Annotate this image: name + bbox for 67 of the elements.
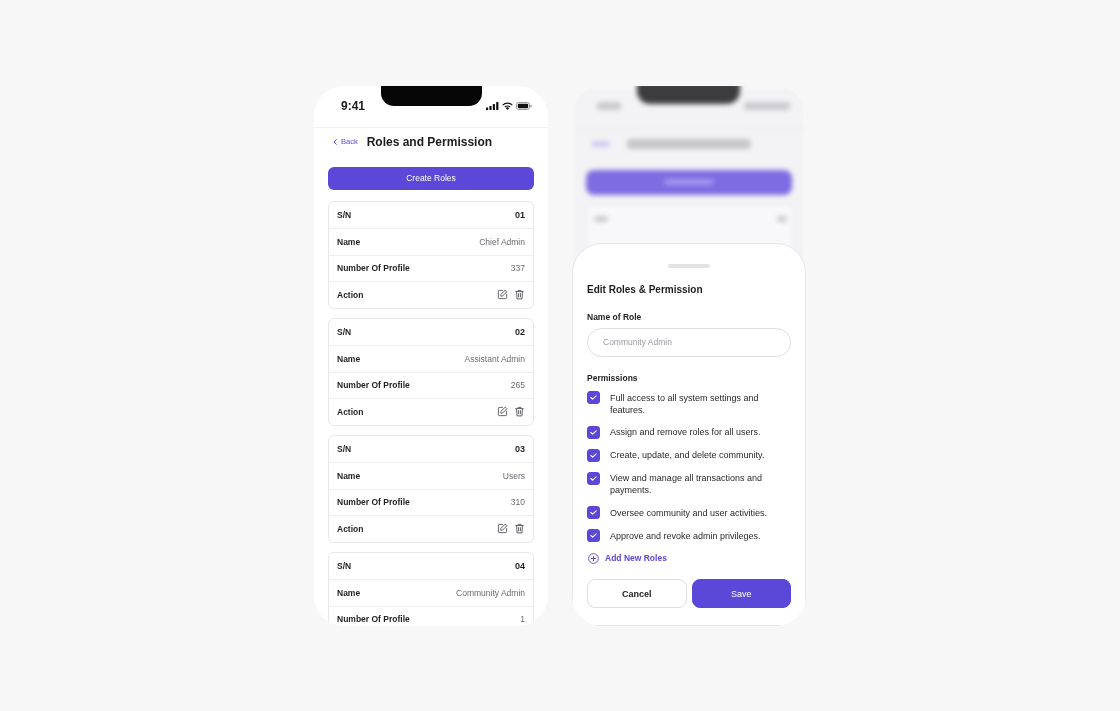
row-label: Name <box>337 353 361 364</box>
row-label: Number Of Profile <box>337 380 410 391</box>
check-icon <box>590 510 597 515</box>
row-value: Assistant Admin <box>464 353 525 364</box>
status-time: 9:41 <box>341 99 366 113</box>
row-label: Number Of Profile <box>337 614 410 625</box>
sheet-title: Edit Roles & Permission <box>587 282 704 297</box>
serial-number: 04 <box>515 560 525 571</box>
trash-icon[interactable] <box>514 289 525 301</box>
check-icon <box>590 395 597 400</box>
row-label: S/N <box>337 326 352 337</box>
drag-handle[interactable] <box>668 263 710 268</box>
role-name-input[interactable]: Community Admin <box>587 327 791 357</box>
row-value: Chief Admin <box>479 236 525 247</box>
row-label: S/N <box>337 443 352 454</box>
serial-number: 02 <box>515 326 525 337</box>
serial-number: 03 <box>515 443 525 454</box>
row-label: Number Of Profile <box>337 497 410 508</box>
row-value: 310 <box>510 497 525 508</box>
row-label: Action <box>337 289 364 300</box>
edit-icon[interactable] <box>497 523 508 535</box>
row-label: Name <box>337 587 361 598</box>
row-value: 337 <box>510 263 525 274</box>
row-value: 1 <box>520 614 525 625</box>
battery-icon <box>516 102 532 110</box>
check-icon <box>590 452 597 458</box>
row-label: Action <box>337 406 364 417</box>
permission-label: Oversee community and user activities. <box>610 506 768 519</box>
edit-icon[interactable] <box>497 406 508 418</box>
field-label: Name of Role <box>587 310 643 323</box>
create-roles-button[interactable]: Create Roles <box>328 166 534 190</box>
checkbox[interactable] <box>587 506 600 519</box>
chevron-left-icon <box>333 138 337 145</box>
permission-label: Create, update, and delete community. <box>610 449 765 461</box>
row-value: Community Admin <box>456 587 525 598</box>
signal-icon <box>486 102 499 110</box>
checkbox[interactable] <box>587 425 600 439</box>
row-value: 265 <box>510 380 525 391</box>
row-label: S/N <box>337 560 352 571</box>
row-label: Name <box>337 470 361 481</box>
row-value: Users <box>502 470 525 481</box>
check-icon <box>590 475 597 481</box>
checkbox[interactable] <box>587 529 600 542</box>
wifi-icon <box>502 102 513 110</box>
trash-icon[interactable] <box>514 523 525 535</box>
check-icon <box>590 533 597 538</box>
serial-number: 01 <box>515 209 525 220</box>
permission-label: Approve and revoke admin privileges. <box>610 529 761 542</box>
trash-icon[interactable] <box>514 406 525 418</box>
checkbox[interactable] <box>587 471 600 485</box>
plus-circle-icon <box>588 552 599 564</box>
permissions-label: Permissions <box>587 371 639 384</box>
checkbox[interactable] <box>587 391 600 404</box>
row-label: S/N <box>337 209 352 220</box>
edit-icon[interactable] <box>497 289 508 301</box>
row-label: Name <box>337 236 361 247</box>
permission-label: Full access to all system settings and features. <box>610 391 760 416</box>
row-label: Number Of Profile <box>337 263 410 274</box>
checkbox[interactable] <box>587 448 600 462</box>
primary-button[interactable]: Save <box>691 579 791 608</box>
permission-label: View and manage all transactions and payments. <box>610 472 763 496</box>
add-new-roles-link[interactable]: Add New Roles <box>587 552 667 564</box>
permission-label: Assign and remove roles for all users. <box>610 426 761 438</box>
page-title: Roles and Permission <box>366 134 493 149</box>
row-label: Action <box>337 523 364 534</box>
check-icon <box>590 429 597 435</box>
secondary-button[interactable]: Cancel <box>587 579 687 608</box>
